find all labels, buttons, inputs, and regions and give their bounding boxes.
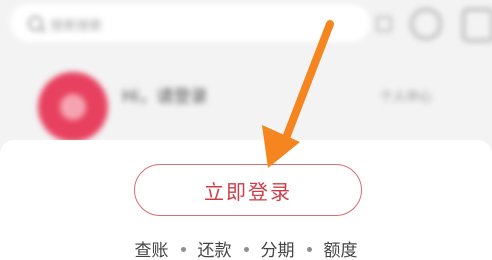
quick-link-installment[interactable]: 分期: [261, 236, 295, 260]
personal-center-link[interactable]: 个人中心: [380, 86, 432, 105]
greeting-text[interactable]: Hi，请登录: [122, 82, 208, 107]
app-screen: 搜索搜索 Hi，请登录 个人中心 立即登录 查账 还款 分期 额度: [0, 0, 492, 260]
avatar[interactable]: [38, 72, 108, 142]
customer-service-icon[interactable]: [410, 8, 442, 40]
quick-link-check-bill[interactable]: 查账: [135, 236, 169, 260]
login-button[interactable]: 立即登录: [134, 164, 362, 216]
blurred-header: 搜索搜索 Hi，请登录 个人中心: [0, 0, 492, 150]
search-icon: [28, 16, 43, 31]
message-icon[interactable]: [462, 8, 492, 42]
search-bar[interactable]: 搜索搜索: [10, 4, 370, 42]
login-button-label: 立即登录: [204, 179, 292, 204]
scan-icon[interactable]: [376, 16, 392, 32]
search-placeholder: 搜索搜索: [50, 19, 103, 34]
separator-dot: [243, 246, 249, 252]
avatar-silhouette-icon: [60, 94, 86, 120]
quick-link-repay[interactable]: 还款: [198, 236, 232, 260]
quick-link-credit-limit[interactable]: 额度: [324, 236, 358, 260]
separator-dot: [180, 246, 186, 252]
quick-links: 查账 还款 分期 额度: [0, 236, 492, 260]
separator-dot: [306, 246, 312, 252]
